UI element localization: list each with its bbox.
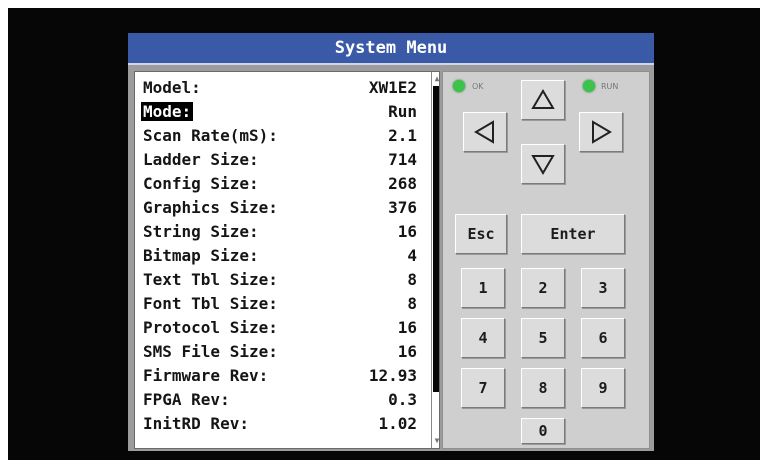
list-item-value: XW1E2 [368, 78, 417, 97]
list-item-label: Model: [143, 78, 201, 97]
list-item-value: Run [388, 102, 417, 121]
list-item-font-tbl-size[interactable]: Font Tbl Size: 8 [135, 292, 425, 316]
list-item-graphics-size[interactable]: Graphics Size: 376 [135, 196, 425, 220]
list-item-label: Font Tbl Size: [143, 294, 278, 313]
key-7-button[interactable]: 7 [461, 368, 505, 408]
enter-button[interactable]: Enter [521, 214, 625, 254]
list-item-protocol-size[interactable]: Protocol Size: 16 [135, 316, 425, 340]
list-item-label: Config Size: [143, 174, 259, 193]
key-9-button[interactable]: 9 [581, 368, 625, 408]
key-5-button[interactable]: 5 [521, 318, 565, 358]
key-4-button[interactable]: 4 [461, 318, 505, 358]
list-item-label: Protocol Size: [143, 318, 278, 337]
system-menu-window: System Menu Model: XW1E2 Mode: Run Scan … [128, 33, 654, 451]
list-item-model[interactable]: Model: XW1E2 [135, 76, 425, 100]
list-item-scan-rate[interactable]: Scan Rate(mS): 2.1 [135, 124, 425, 148]
list-item-label: String Size: [143, 222, 259, 241]
window-title: System Menu [128, 33, 654, 65]
list-item-value: 8 [407, 294, 417, 313]
list-item-value: 12.93 [368, 366, 417, 385]
run-led-label: RUN [601, 82, 619, 91]
list-item-value: 268 [388, 174, 417, 193]
key-2-button[interactable]: 2 [521, 268, 565, 308]
list-item-label: Text Tbl Size: [143, 270, 278, 289]
list-item-value: 714 [388, 150, 417, 169]
list-item-firmware-rev[interactable]: Firmware Rev: 12.93 [135, 364, 425, 388]
ok-led-label: OK [472, 82, 484, 91]
list-item-value: 4 [407, 246, 417, 265]
list-item-value: 8 [407, 270, 417, 289]
list-item-label: Graphics Size: [143, 198, 278, 217]
scroll-thumb[interactable] [433, 86, 439, 392]
key-6-button[interactable]: 6 [581, 318, 625, 358]
left-arrow-button[interactable] [463, 112, 507, 152]
list-item-initrd-rev[interactable]: InitRD Rev: 1.02 [135, 412, 425, 436]
ok-led-icon [453, 80, 465, 92]
key-1-button[interactable]: 1 [461, 268, 505, 308]
scroll-up-icon[interactable]: ▲ [432, 72, 439, 86]
key-3-button[interactable]: 3 [581, 268, 625, 308]
list-item-value: 16 [397, 318, 417, 337]
list-item-bitmap-size[interactable]: Bitmap Size: 4 [135, 244, 425, 268]
up-arrow-button[interactable] [521, 80, 565, 120]
list-item-label: Mode: [141, 102, 194, 121]
list-item-label: Scan Rate(mS): [143, 126, 278, 145]
esc-button[interactable]: Esc [455, 214, 507, 254]
list-item-label: Bitmap Size: [143, 246, 259, 265]
list-item-value: 1.02 [378, 414, 417, 433]
list-item-value: 2.1 [388, 126, 417, 145]
list-item-ladder-size[interactable]: Ladder Size: 714 [135, 148, 425, 172]
key-0-button[interactable]: 0 [521, 418, 565, 444]
scroll-down-icon[interactable]: ▼ [432, 434, 439, 448]
down-arrow-icon [531, 155, 555, 175]
list-item-value: 0.3 [388, 390, 417, 409]
list-item-label: SMS File Size: [143, 342, 278, 361]
list-item-label: FPGA Rev: [143, 390, 230, 409]
list-item-label: Ladder Size: [143, 150, 259, 169]
keypad-panel: OK RUN Esc Enter 1 2 3 4 5 6 7 8 9 0 [442, 71, 650, 449]
list-item-value: 16 [397, 342, 417, 361]
list-item-label: Firmware Rev: [143, 366, 269, 385]
list-item-string-size[interactable]: String Size: 16 [135, 220, 425, 244]
left-arrow-icon [474, 120, 494, 144]
right-arrow-button[interactable] [579, 112, 623, 152]
system-info-list[interactable]: Model: XW1E2 Mode: Run Scan Rate(mS): 2.… [134, 71, 440, 449]
run-led-icon [583, 80, 595, 92]
list-scrollbar[interactable]: ▲ ▼ [431, 72, 439, 448]
down-arrow-button[interactable] [521, 144, 565, 184]
list-item-label: InitRD Rev: [143, 414, 249, 433]
list-item-sms-file-size[interactable]: SMS File Size: 16 [135, 340, 425, 364]
right-arrow-icon [592, 120, 612, 144]
list-item-value: 376 [388, 198, 417, 217]
list-item-fpga-rev[interactable]: FPGA Rev: 0.3 [135, 388, 425, 412]
list-item-config-size[interactable]: Config Size: 268 [135, 172, 425, 196]
key-8-button[interactable]: 8 [521, 368, 565, 408]
list-item-text-tbl-size[interactable]: Text Tbl Size: 8 [135, 268, 425, 292]
list-item-value: 16 [397, 222, 417, 241]
up-arrow-icon [531, 89, 555, 109]
list-item-mode[interactable]: Mode: Run [135, 100, 425, 124]
